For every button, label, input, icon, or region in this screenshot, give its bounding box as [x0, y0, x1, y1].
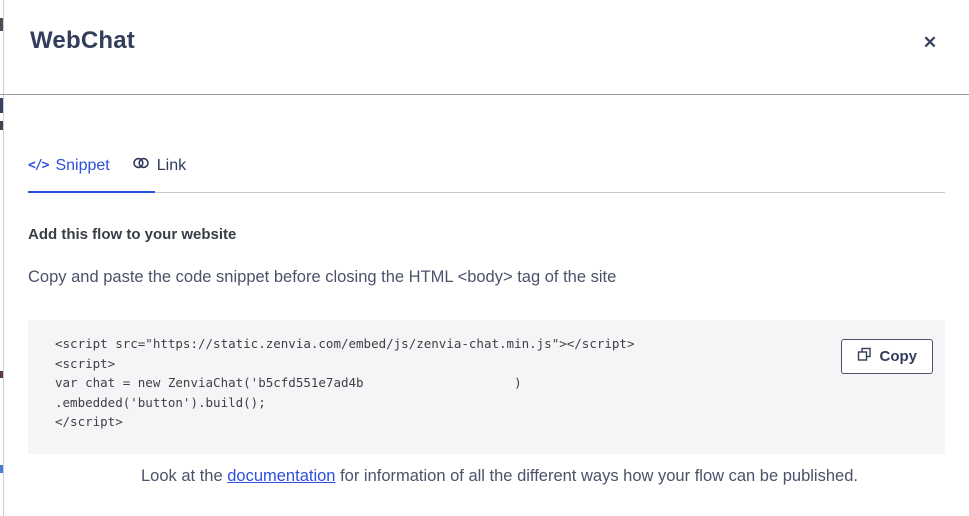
documentation-link[interactable]: documentation	[227, 467, 335, 485]
webchat-modal: WebChat ✕ </> Snippet Link Add this flow…	[0, 0, 969, 516]
embed-code: <script src="https://static.zenvia.com/e…	[55, 334, 825, 432]
modal-header: WebChat ✕	[0, 0, 969, 95]
tab-snippet-label: Snippet	[55, 156, 110, 174]
tabbar-divider	[28, 192, 945, 193]
embed-snippet-panel: <script src="https://static.zenvia.com/e…	[28, 320, 945, 454]
section-heading: Add this flow to your website	[28, 226, 237, 243]
close-icon[interactable]: ✕	[918, 31, 942, 55]
background-content-fragment	[0, 121, 3, 130]
code-line: var chat = new ZenviaChat('b5cfd551e7ad4…	[55, 375, 522, 390]
code-icon: </>	[28, 158, 50, 173]
tab-link[interactable]: Link	[132, 155, 186, 190]
copy-button-label: Copy	[879, 348, 918, 365]
code-line: .embedded('button').build();	[55, 394, 266, 410]
copy-button[interactable]: Copy	[840, 339, 933, 374]
code-line: </script>	[55, 414, 123, 429]
note-suffix: for information of all the different way…	[335, 467, 858, 485]
publish-tabs: </> Snippet Link	[28, 155, 186, 190]
active-tab-indicator	[28, 191, 155, 193]
link-chain-icon	[132, 155, 150, 176]
tab-link-label: Link	[156, 156, 187, 174]
background-content-fragment	[0, 465, 3, 473]
code-line: <script>	[55, 355, 116, 371]
note-prefix: Look at the	[141, 467, 228, 485]
modal-title: WebChat	[30, 27, 135, 54]
code-line: <script src="https://static.zenvia.com/e…	[55, 336, 635, 351]
documentation-note: Look at the documentation for informatio…	[141, 467, 858, 486]
instruction-text: Copy and paste the code snippet before c…	[28, 268, 617, 286]
copy-icon	[857, 347, 872, 366]
background-content-fragment	[0, 371, 3, 378]
background-content-fragment	[0, 98, 3, 113]
tab-snippet[interactable]: </> Snippet	[28, 157, 110, 189]
